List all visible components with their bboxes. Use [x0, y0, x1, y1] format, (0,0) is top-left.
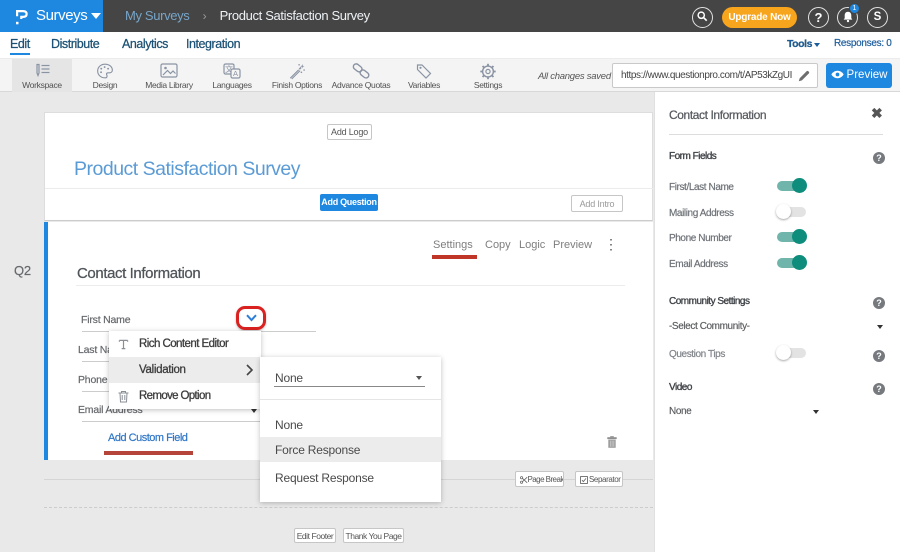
svg-text:A: A [233, 69, 238, 78]
